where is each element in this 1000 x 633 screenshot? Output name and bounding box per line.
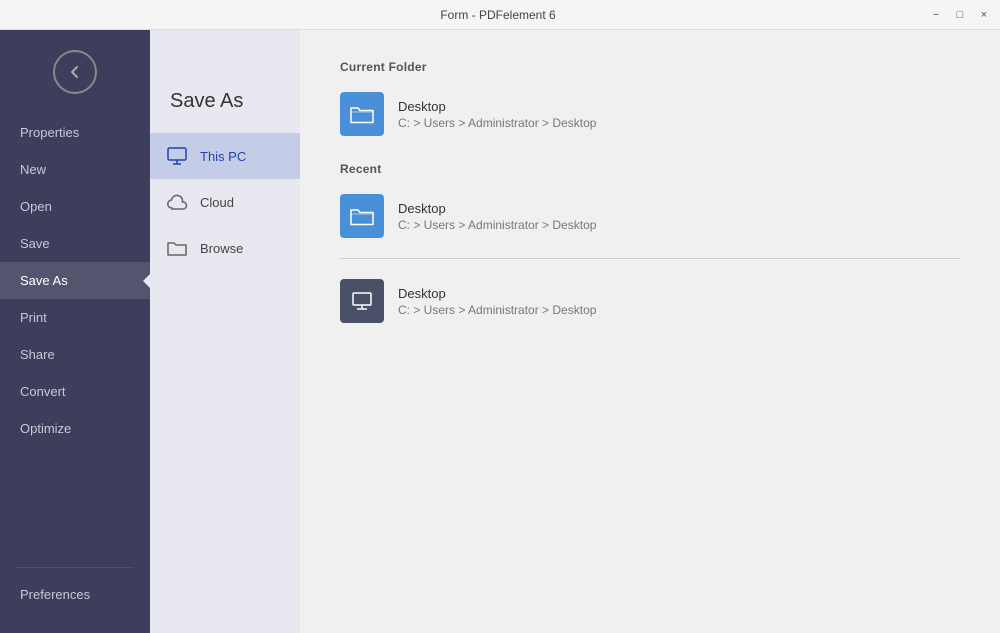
app-body: Properties New Open Save Save As Print S… [0,30,1000,633]
back-button[interactable] [53,50,97,94]
recent-item-1-path: C: > Users > Administrator > Desktop [398,303,596,317]
recent-item-1[interactable]: Desktop C: > Users > Administrator > Des… [340,273,960,329]
sidebar-item-print[interactable]: Print [0,299,150,336]
current-folder-item[interactable]: Desktop C: > Users > Administrator > Des… [340,86,960,142]
sidebar-item-convert[interactable]: Convert [0,373,150,410]
recent-item-0-path: C: > Users > Administrator > Desktop [398,218,596,232]
window-title: Form - PDFelement 6 [68,8,928,22]
recent-item-1-name: Desktop [398,286,596,301]
recent-divider [340,258,960,259]
sidebar-item-save-as[interactable]: Save As [0,262,150,299]
sidebar-item-preferences[interactable]: Preferences [0,576,150,613]
nav-panel: Save As This PC Cloud [150,30,300,633]
sidebar-divider [16,567,134,568]
restore-button[interactable]: □ [952,7,968,23]
window-controls: − □ × [928,7,992,23]
recent-item-0[interactable]: Desktop C: > Users > Administrator > Des… [340,188,960,244]
recent-item-1-info: Desktop C: > Users > Administrator > Des… [398,286,596,317]
title-bar: Form - PDFelement 6 − □ × [0,0,1000,30]
content-area: Current Folder Desktop C: > Users > Admi… [300,30,1000,633]
sidebar-item-open[interactable]: Open [0,188,150,225]
close-button[interactable]: × [976,7,992,23]
folder-icon [166,237,188,259]
nav-item-this-pc[interactable]: This PC [150,133,300,179]
recent-item-1-icon [340,279,384,323]
minimize-button[interactable]: − [928,7,944,23]
current-folder-label: Current Folder [340,60,960,74]
nav-item-browse[interactable]: Browse [150,225,300,271]
sidebar-item-share[interactable]: Share [0,336,150,373]
current-folder-section: Current Folder Desktop C: > Users > Admi… [340,60,960,142]
current-folder-name: Desktop [398,99,596,114]
current-folder-icon [340,92,384,136]
sidebar-item-save[interactable]: Save [0,225,150,262]
recent-item-0-icon [340,194,384,238]
sidebar-item-optimize[interactable]: Optimize [0,410,150,447]
cloud-icon [166,191,188,213]
monitor-icon [166,145,188,167]
current-folder-path: C: > Users > Administrator > Desktop [398,116,596,130]
nav-item-cloud[interactable]: Cloud [150,179,300,225]
current-folder-info: Desktop C: > Users > Administrator > Des… [398,99,596,130]
sidebar: Properties New Open Save Save As Print S… [0,30,150,633]
recent-item-0-info: Desktop C: > Users > Administrator > Des… [398,201,596,232]
sidebar-item-properties[interactable]: Properties [0,114,150,151]
recent-item-0-name: Desktop [398,201,596,216]
panel-title: Save As [150,90,300,133]
sidebar-item-new[interactable]: New [0,151,150,188]
recent-label: Recent [340,162,960,176]
